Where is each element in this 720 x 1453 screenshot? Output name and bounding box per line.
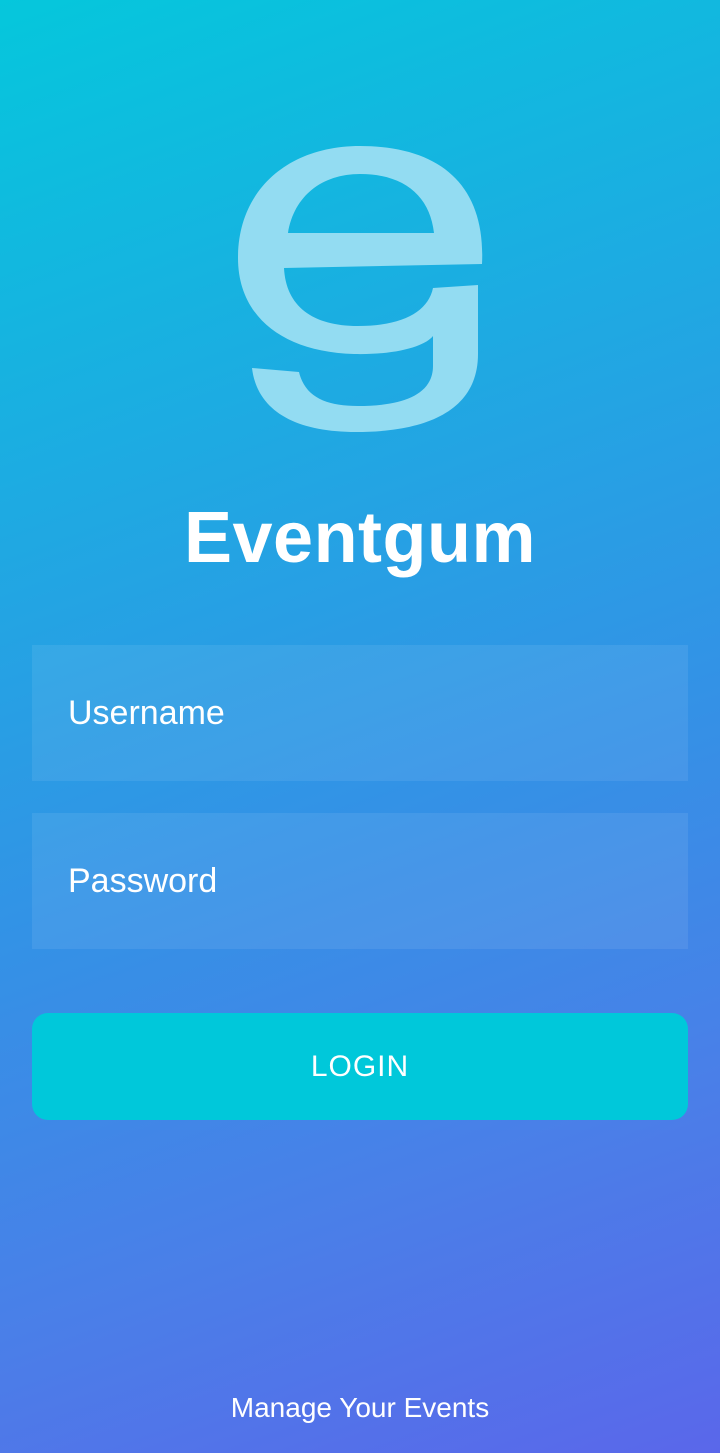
tagline: Manage Your Events	[230, 1392, 490, 1423]
username-input[interactable]	[32, 645, 688, 781]
username-field-container	[32, 645, 688, 781]
password-input[interactable]	[32, 813, 688, 949]
login-screen: Eventgum LOGIN Manage Your Events	[0, 0, 720, 1453]
login-button[interactable]: LOGIN	[32, 1013, 688, 1120]
eventgum-logo-icon	[238, 146, 483, 432]
app-title: Eventgum	[183, 498, 537, 578]
password-field-container	[32, 813, 688, 949]
